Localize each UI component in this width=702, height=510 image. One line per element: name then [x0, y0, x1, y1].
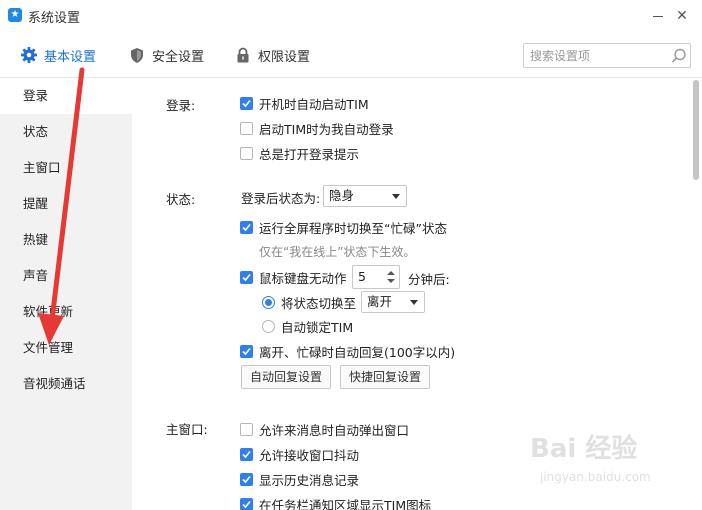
status-section-label: 状态: — [166, 192, 196, 207]
search-input[interactable] — [530, 47, 668, 65]
idle-option[interactable]: 鼠标键盘无动作 — [240, 268, 347, 287]
tray-icon-option[interactable]: 在任务栏通知区域显示TIM图标 — [240, 495, 431, 510]
tab-security-settings[interactable]: 安全设置 — [128, 44, 204, 66]
fullscreen-hint: 仅在“我在线上”状态下生效。 — [259, 245, 416, 259]
sidebar: 登录 状态 主窗口 提醒 热键 声音 软件更新 文件管理 音视频通话 — [0, 78, 132, 510]
tab-label: 基本设置 — [44, 49, 97, 65]
sidebar-item-sound[interactable]: 声音 — [0, 258, 132, 294]
option-label: 允许接收窗口抖动 — [259, 448, 360, 463]
stepper-down-icon[interactable] — [387, 279, 395, 283]
lock-icon — [234, 46, 252, 64]
option-label: 总是打开登录提示 — [259, 147, 360, 162]
checkbox[interactable] — [240, 345, 253, 358]
tab-label: 安全设置 — [152, 49, 205, 65]
checkbox[interactable] — [240, 423, 253, 436]
history-messages-option[interactable]: 显示历史消息记录 — [240, 470, 359, 489]
window-shake-option[interactable]: 允许接收窗口抖动 — [240, 445, 359, 464]
checkbox[interactable] — [240, 97, 253, 110]
shield-icon — [128, 46, 146, 64]
option-label: 允许来消息时自动弹出窗口 — [259, 423, 410, 438]
auto-start-option[interactable]: 开机时自动启动TIM — [240, 94, 369, 113]
select-value: 离开 — [367, 294, 393, 309]
tab-label: 权限设置 — [258, 49, 311, 65]
switch-status-select[interactable]: 离开 — [361, 291, 425, 313]
idle-minutes-suffix: 分钟后: — [408, 272, 450, 287]
sidebar-item-av-calls[interactable]: 音视频通话 — [0, 366, 132, 402]
search-box[interactable] — [523, 43, 691, 68]
after-login-status-select[interactable]: 隐身 — [323, 185, 407, 207]
radio-button[interactable] — [262, 296, 275, 309]
tab-basic-settings[interactable]: 基本设置 — [20, 44, 96, 66]
auto-reply-option[interactable]: 离开、忙碌时自动回复(100字以内) — [240, 342, 455, 361]
baidu-watermark-logo: Bai 经验 — [530, 434, 638, 464]
scrollbar-thumb[interactable] — [693, 80, 699, 180]
login-section-label: 登录: — [166, 98, 196, 113]
checkbox[interactable] — [240, 448, 253, 461]
window-title: 系统设置 — [28, 11, 81, 26]
auto-login-option[interactable]: 启动TIM时为我自动登录 — [240, 119, 394, 138]
scrollbar[interactable] — [691, 78, 702, 510]
auto-popup-option[interactable]: 允许来消息时自动弹出窗口 — [240, 420, 409, 439]
quick-reply-settings-button[interactable]: 快捷回复设置 — [340, 365, 430, 389]
chevron-down-icon — [410, 300, 418, 305]
option-label: 在任务栏通知区域显示TIM图标 — [259, 498, 432, 510]
stepper-up-icon[interactable] — [387, 271, 395, 275]
fullscreen-busy-option[interactable]: 运行全屏程序时切换至“忙碌”状态 — [240, 218, 447, 237]
option-label: 开机时自动启动TIM — [259, 97, 369, 112]
option-label: 自动锁定TIM — [281, 320, 354, 335]
select-value: 隐身 — [329, 188, 355, 203]
stepper-value: 5 — [358, 269, 366, 284]
auto-reply-settings-button[interactable]: 自动回复设置 — [241, 365, 331, 389]
gear-icon — [20, 46, 38, 64]
option-label: 离开、忙碌时自动回复(100字以内) — [259, 345, 456, 360]
tab-bar: 基本设置 安全设置 权限设置 — [0, 32, 702, 78]
sidebar-item-status[interactable]: 状态 — [0, 114, 132, 150]
option-label: 启动TIM时为我自动登录 — [259, 122, 394, 137]
title-bar: ★ 系统设置 ✕ — [0, 0, 702, 32]
chevron-down-icon — [392, 194, 400, 199]
sidebar-item-file-management[interactable]: 文件管理 — [0, 330, 132, 366]
idle-minutes-stepper[interactable]: 5 — [352, 265, 400, 289]
checkbox[interactable] — [240, 473, 253, 486]
app-logo-icon: ★ — [8, 8, 22, 22]
option-label: 鼠标键盘无动作 — [259, 271, 347, 286]
option-label: 将状态切换至 — [281, 296, 357, 311]
checkbox[interactable] — [240, 221, 253, 234]
sidebar-item-hotkeys[interactable]: 热键 — [0, 222, 132, 258]
checkbox[interactable] — [240, 498, 253, 510]
switch-status-option[interactable]: 将状态切换至 — [262, 293, 356, 312]
sidebar-item-main-window[interactable]: 主窗口 — [0, 150, 132, 186]
option-label: 运行全屏程序时切换至“忙碌”状态 — [259, 221, 447, 236]
checkbox[interactable] — [240, 147, 253, 160]
auto-lock-option[interactable]: 自动锁定TIM — [262, 317, 353, 336]
sidebar-item-login[interactable]: 登录 — [0, 78, 132, 114]
option-label: 显示历史消息记录 — [259, 473, 360, 488]
login-prompt-option[interactable]: 总是打开登录提示 — [240, 144, 359, 163]
close-button[interactable]: ✕ — [672, 6, 692, 26]
main-window-section-label: 主窗口: — [166, 422, 208, 437]
baidu-watermark-url: jingyan.baidu.com — [540, 470, 651, 484]
minimize-button[interactable] — [648, 6, 668, 26]
sidebar-item-reminders[interactable]: 提醒 — [0, 186, 132, 222]
radio-button[interactable] — [262, 320, 275, 333]
sidebar-item-software-update[interactable]: 软件更新 — [0, 294, 132, 330]
checkbox[interactable] — [240, 122, 253, 135]
tab-permission-settings[interactable]: 权限设置 — [234, 44, 310, 66]
after-login-status-label: 登录后状态为: — [241, 191, 321, 206]
checkbox[interactable] — [240, 271, 253, 284]
search-icon[interactable] — [670, 47, 688, 65]
